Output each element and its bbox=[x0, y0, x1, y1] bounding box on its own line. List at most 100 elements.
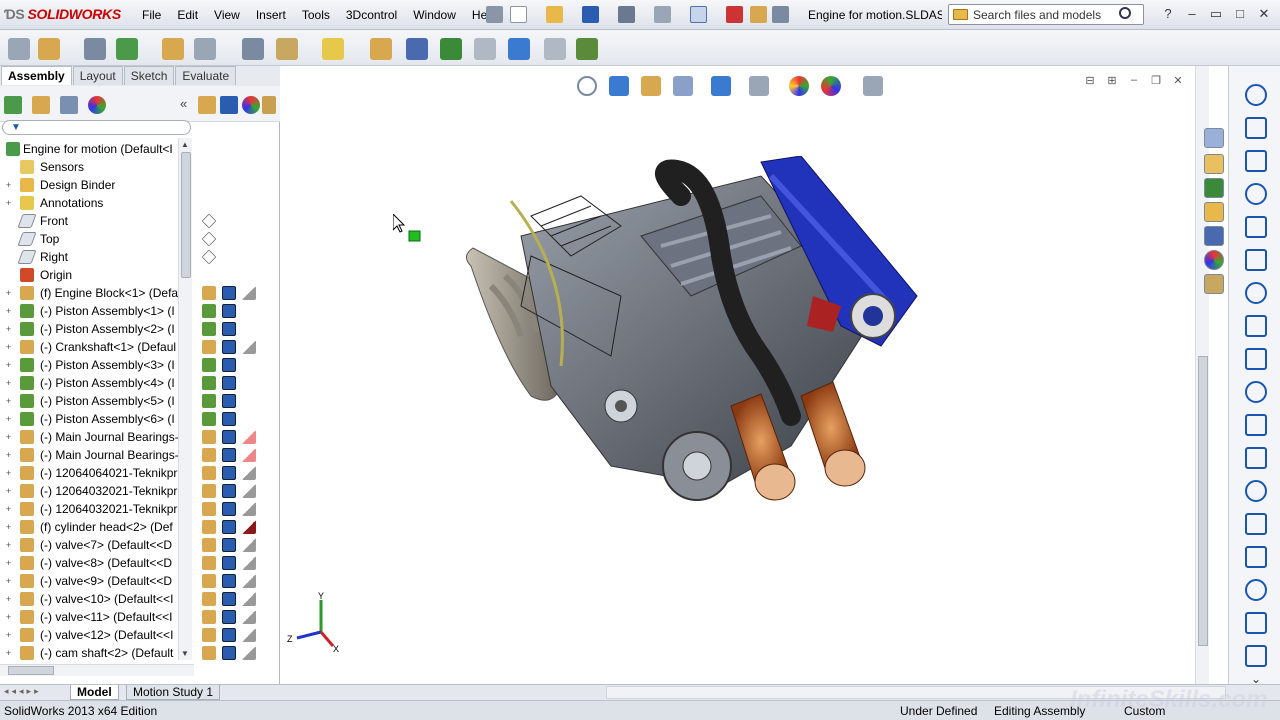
sketch-icon[interactable] bbox=[1245, 84, 1267, 106]
tree-item[interactable]: + (-) Piston Assembly<2> (I bbox=[0, 320, 194, 338]
expand-icon[interactable]: + bbox=[4, 469, 13, 478]
search-input[interactable]: Search files and models bbox=[948, 4, 1144, 25]
previous-view-icon[interactable] bbox=[641, 76, 661, 96]
expand-icon[interactable]: + bbox=[4, 361, 13, 370]
tree-item[interactable]: + Design Binder bbox=[0, 176, 194, 194]
expand-icon[interactable]: + bbox=[4, 505, 13, 514]
tab-sketch[interactable]: Sketch bbox=[123, 66, 175, 85]
tile-horizontal-icon[interactable]: ⊟ bbox=[1079, 74, 1101, 87]
expand-icon[interactable]: + bbox=[4, 559, 13, 568]
tree-filter-input[interactable]: ▼ bbox=[2, 120, 191, 135]
bill-of-materials-icon[interactable] bbox=[370, 38, 392, 60]
tree-item[interactable]: + (-) Piston Assembly<4> (I bbox=[0, 374, 194, 392]
select-arrow-icon[interactable] bbox=[690, 6, 707, 23]
feature-tree-icon[interactable] bbox=[4, 96, 22, 114]
task-pane-custom-properties-icon[interactable] bbox=[1204, 274, 1224, 294]
expand-icon[interactable]: + bbox=[4, 649, 13, 658]
centerline-icon[interactable] bbox=[1245, 282, 1267, 304]
tree-item[interactable]: + (-) cam shaft<2> (Default bbox=[0, 644, 194, 660]
expand-icon[interactable]: + bbox=[4, 595, 13, 604]
tree-item[interactable]: + (-) Piston Assembly<3> (I bbox=[0, 356, 194, 374]
expand-icon[interactable]: + bbox=[4, 451, 13, 460]
expand-icon[interactable]: + bbox=[4, 199, 13, 208]
cube-view-icon[interactable] bbox=[220, 96, 238, 114]
menu-3dcontrol[interactable]: 3Dcontrol bbox=[338, 0, 405, 30]
tab-assembly[interactable]: Assembly bbox=[1, 66, 72, 85]
expand-icon[interactable]: + bbox=[4, 379, 13, 388]
graphics-area[interactable]: ⊟ ⊞ – ❐ ✕ Y Z X bbox=[281, 66, 1209, 684]
expand-icon[interactable]: + bbox=[4, 397, 13, 406]
tree-item[interactable]: + (-) Main Journal Bearings- bbox=[0, 446, 194, 464]
tree-horizontal-scrollbar[interactable] bbox=[0, 664, 194, 676]
assembly-xpert-icon[interactable] bbox=[576, 38, 598, 60]
assembly-features-icon[interactable] bbox=[242, 38, 264, 60]
search-icon[interactable] bbox=[1119, 7, 1131, 19]
tree-item[interactable]: + (-) Piston Assembly<6> (I bbox=[0, 410, 194, 428]
tree-filter-icon[interactable] bbox=[262, 96, 276, 114]
pin-icon[interactable] bbox=[486, 6, 503, 23]
tree-item[interactable]: + (-) Main Journal Bearings- bbox=[0, 428, 194, 446]
tab-navigation-icon[interactable]: ◂◂◂▸▸ bbox=[4, 686, 42, 697]
tree-item[interactable]: Top bbox=[0, 230, 194, 248]
tree-item[interactable]: + (-) 12064032021-Teknikpr bbox=[0, 482, 194, 500]
scroll-thumb[interactable] bbox=[181, 152, 191, 278]
save-icon[interactable] bbox=[582, 6, 599, 23]
new-motion-study-icon[interactable] bbox=[322, 38, 344, 60]
mate-icon[interactable] bbox=[38, 38, 60, 60]
arc-icon[interactable] bbox=[1245, 414, 1267, 436]
tree-item[interactable]: + (-) Crankshaft<1> (Defaul bbox=[0, 338, 194, 356]
expand-icon[interactable]: + bbox=[4, 307, 13, 316]
exploded-view-icon[interactable] bbox=[406, 38, 428, 60]
task-pane-resources-icon[interactable] bbox=[1204, 128, 1224, 148]
expand-icon[interactable]: + bbox=[4, 289, 13, 298]
tree-item[interactable]: + (-) valve<7> (Default<<D bbox=[0, 536, 194, 554]
expand-icon[interactable]: + bbox=[4, 631, 13, 640]
menu-insert[interactable]: Insert bbox=[248, 0, 294, 30]
zoom-to-fit-icon[interactable] bbox=[577, 76, 597, 96]
menu-file[interactable]: File bbox=[134, 0, 169, 30]
smart-dimension-icon[interactable] bbox=[1245, 150, 1267, 172]
restore-icon[interactable]: ▭ bbox=[1204, 4, 1228, 24]
property-manager-icon[interactable] bbox=[32, 96, 50, 114]
expand-icon[interactable]: + bbox=[4, 433, 13, 442]
tree-item[interactable]: + (-) Piston Assembly<5> (I bbox=[0, 392, 194, 410]
circle-icon[interactable] bbox=[1245, 381, 1267, 403]
expand-icon[interactable]: + bbox=[4, 487, 13, 496]
3d-sketch-icon[interactable] bbox=[1245, 117, 1267, 139]
trim-icon[interactable] bbox=[1245, 612, 1267, 634]
rectangle-icon[interactable] bbox=[1245, 315, 1267, 337]
engine-model[interactable] bbox=[461, 156, 931, 516]
rebuild-icon[interactable] bbox=[726, 6, 743, 23]
menu-tools[interactable]: Tools bbox=[294, 0, 338, 30]
tree-item[interactable]: + (-) valve<12> (Default<<I bbox=[0, 626, 194, 644]
tile-vertical-icon[interactable]: ⊞ bbox=[1101, 74, 1123, 87]
task-pane-design-library-icon[interactable] bbox=[1204, 178, 1224, 198]
tree-item[interactable]: Sensors bbox=[0, 158, 194, 176]
convert-entities-icon[interactable] bbox=[1245, 645, 1267, 667]
tree-item[interactable]: + Annotations bbox=[0, 194, 194, 212]
new-document-icon[interactable] bbox=[510, 6, 527, 23]
view-settings-icon[interactable] bbox=[863, 76, 883, 96]
reference-geometry-icon[interactable] bbox=[276, 38, 298, 60]
insert-components-icon[interactable] bbox=[8, 38, 30, 60]
maximize-icon[interactable]: □ bbox=[1228, 4, 1252, 24]
expand-icon[interactable]: + bbox=[4, 181, 13, 190]
expand-icon[interactable]: + bbox=[4, 523, 13, 532]
apply-scene-icon[interactable] bbox=[821, 76, 841, 96]
expand-icon[interactable]: + bbox=[4, 577, 13, 586]
sketch-point-icon[interactable] bbox=[1245, 579, 1267, 601]
component-pattern-icon[interactable] bbox=[84, 38, 106, 60]
display-style-icon[interactable] bbox=[749, 76, 769, 96]
tree-item[interactable]: + (-) valve<9> (Default<<D bbox=[0, 572, 194, 590]
options-icon[interactable] bbox=[772, 6, 789, 23]
bottom-tab-model[interactable]: Model bbox=[70, 685, 119, 700]
minimize-icon[interactable]: – bbox=[1180, 4, 1204, 24]
task-pane-file-explorer-icon[interactable] bbox=[1204, 202, 1224, 222]
slot-icon[interactable] bbox=[1245, 348, 1267, 370]
display-manager-icon[interactable] bbox=[88, 96, 106, 114]
tree-item[interactable]: + (-) valve<8> (Default<<D bbox=[0, 554, 194, 572]
menu-edit[interactable]: Edit bbox=[169, 0, 206, 30]
smart-fasteners-icon[interactable] bbox=[116, 38, 138, 60]
solidworks-logo[interactable]: ƊS SOLIDWORKS bbox=[4, 6, 121, 22]
tree-root[interactable]: − Engine for motion (Default<I bbox=[0, 140, 194, 158]
